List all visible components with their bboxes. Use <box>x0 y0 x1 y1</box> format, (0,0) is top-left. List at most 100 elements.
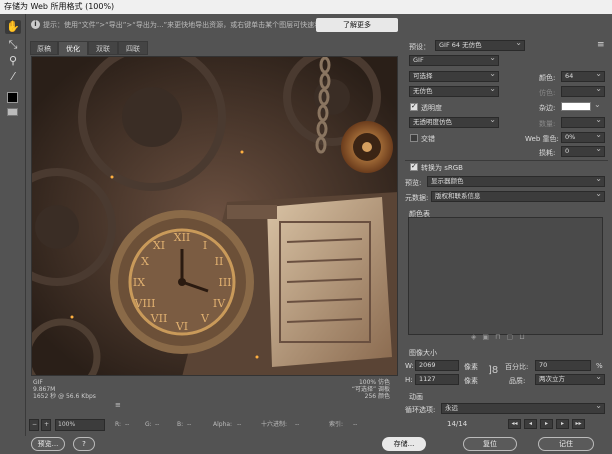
svg-text:X: X <box>141 255 149 268</box>
remember-button[interactable]: 记住 <box>538 437 594 451</box>
file-format-select[interactable]: GIF <box>409 55 499 66</box>
last-frame-icon[interactable]: ▸▸ <box>572 419 585 429</box>
dither-label: 仿色: <box>539 89 556 97</box>
svg-text:I: I <box>203 239 207 252</box>
colors-input[interactable]: 64 <box>561 71 605 82</box>
tab-original[interactable]: 原稿 <box>30 41 58 55</box>
playback-controls: ◂◂ ◂ ▸ ▸ ▸▸ <box>508 419 608 429</box>
width-label: W: <box>405 362 414 370</box>
play-icon[interactable]: ▸ <box>540 419 553 429</box>
help-icon[interactable]: ? <box>73 437 95 451</box>
b-value: -- <box>187 421 192 428</box>
convert-srgb-checkbox[interactable] <box>410 162 418 171</box>
dither-input[interactable] <box>561 86 605 97</box>
zoom-out-icon[interactable]: − <box>29 419 39 431</box>
reset-button[interactable]: 复位 <box>463 437 517 451</box>
zoom-level-select[interactable]: 100% <box>55 419 105 431</box>
preset-label: 预设： <box>409 43 430 51</box>
image-info-right: 100% 仿色 “可选择” 调板 256 颜色 <box>290 379 390 400</box>
dither-algorithm-select[interactable]: 无仿色 <box>409 86 499 97</box>
eyedropper-tool-icon[interactable]: ⁄ <box>5 70 21 84</box>
eyedropper-color-swatch[interactable] <box>7 92 18 103</box>
color-table-grid[interactable] <box>408 217 603 335</box>
index-label: 索引: <box>329 421 344 428</box>
zoom-in-icon[interactable]: + <box>41 419 51 431</box>
learn-more-button[interactable]: 了解更多 <box>316 18 398 32</box>
tab-4-up[interactable]: 四联 <box>118 41 148 55</box>
preview-mode-select[interactable]: 显示器颜色 <box>427 176 605 187</box>
tab-2-up[interactable]: 双联 <box>88 41 118 55</box>
color-table-panel: 颜色表 ◈▣⊓▢⊔ <box>401 209 603 341</box>
hand-tool-icon[interactable]: ✋ <box>5 20 21 34</box>
transparency-label: 透明度 <box>421 104 442 112</box>
new-color-icon[interactable]: ▢ <box>506 333 519 341</box>
shield-icon[interactable]: ◈ <box>471 333 482 341</box>
dither-percent: 100% 仿色 <box>358 379 390 386</box>
image-info-left: GIF 9.867M 1652 秒 @ 56.6 Kbps <box>33 379 213 400</box>
trash-icon[interactable]: ⊔ <box>519 333 530 341</box>
window-title: 存储为 Web 所用格式 (100%) <box>0 0 612 14</box>
bottom-status-bar: − + 100% R: -- G: -- B: -- Alpha: -- 十六进… <box>27 419 400 432</box>
download-rate-menu-icon[interactable]: ≡ <box>115 401 121 409</box>
quality-select[interactable]: 两次立方 <box>535 374 605 385</box>
hex-value: -- <box>295 421 300 428</box>
image-preview[interactable]: XII III VI IX I II IV V VII VIII X XI <box>31 56 398 376</box>
metadata-select[interactable]: 版权和联系信息 <box>431 191 605 202</box>
percent-unit: % <box>596 362 603 370</box>
alpha-value: -- <box>237 421 242 428</box>
interlaced-checkbox[interactable] <box>410 134 418 142</box>
quality-label: 品质: <box>509 377 526 385</box>
palette-type: “可选择” 调板 <box>351 386 390 393</box>
svg-text:VI: VI <box>175 320 188 333</box>
transparency-dither-select[interactable]: 无透明度仿色 <box>409 117 499 128</box>
tab-optimized[interactable]: 优化 <box>58 41 88 55</box>
matte-dropdown-icon[interactable]: ⌄ <box>594 100 601 109</box>
preview-in-browser-button[interactable]: 预览... <box>31 437 65 451</box>
web-snap-label: Web 靠色: <box>525 135 559 143</box>
matte-color-swatch[interactable] <box>561 102 591 111</box>
download-time: 1652 秒 @ 56.6 Kbps <box>33 393 96 400</box>
animation-title: 动画 <box>409 393 423 401</box>
lock-icon[interactable]: ⊓ <box>495 333 506 341</box>
image-size-title: 图像大小 <box>409 349 437 357</box>
colors-label: 颜色: <box>539 74 556 82</box>
color-table-toolbar: ◈▣⊓▢⊔ <box>471 333 531 341</box>
frame-counter: 14/14 <box>447 420 468 428</box>
percent-label: 百分比: <box>505 363 529 371</box>
toggle-slices-icon[interactable] <box>7 108 18 116</box>
slice-select-tool-icon[interactable]: ⤡ <box>5 38 21 52</box>
lossy-input[interactable]: 0 <box>561 146 605 157</box>
loop-options-select[interactable]: 永远 <box>441 403 605 414</box>
animation-panel: 动画 循环选项: 永远 14/14 ◂◂ ◂ ▸ ▸ ▸▸ <box>401 392 612 432</box>
steampunk-artwork: XII III VI IX I II IV V VII VIII X XI <box>32 57 397 375</box>
tool-strip: ✋ ⤡ ⚲ ⁄ <box>0 14 26 436</box>
prev-frame-icon[interactable]: ◂ <box>524 419 537 429</box>
optimize-menu-icon[interactable]: ≡ <box>597 40 605 50</box>
amount-label: 数量: <box>539 120 556 128</box>
percent-input[interactable]: 70 <box>535 360 591 371</box>
hex-label: 十六进制: <box>261 421 288 428</box>
lossy-label: 损耗: <box>539 149 556 157</box>
convert-srgb-label: 转换为 sRGB <box>421 164 463 172</box>
first-frame-icon[interactable]: ◂◂ <box>508 419 521 429</box>
amount-input[interactable] <box>561 117 605 128</box>
svg-text:XII: XII <box>174 231 191 244</box>
svg-text:XI: XI <box>153 239 165 252</box>
color-count: 256 颜色 <box>364 393 390 400</box>
link-proportions-icon[interactable]: ]8 <box>488 365 498 376</box>
g-value: -- <box>155 421 160 428</box>
color-reduction-select[interactable]: 可选择 <box>409 71 499 82</box>
width-input[interactable]: 2069 <box>415 360 459 371</box>
zoom-tool-icon[interactable]: ⚲ <box>5 54 21 68</box>
save-button[interactable]: 存储... <box>382 437 426 451</box>
r-label: R: <box>115 421 122 428</box>
svg-text:III: III <box>218 276 231 289</box>
width-unit: 像素 <box>464 363 478 371</box>
height-input[interactable]: 1127 <box>415 374 459 385</box>
interlaced-label: 交错 <box>421 135 435 143</box>
preset-select[interactable]: GIF 64 无仿色 <box>435 40 525 51</box>
cube-icon[interactable]: ▣ <box>482 333 495 341</box>
next-frame-icon[interactable]: ▸ <box>556 419 569 429</box>
web-snap-input[interactable]: 0% <box>561 132 605 143</box>
transparency-checkbox[interactable] <box>410 102 418 111</box>
